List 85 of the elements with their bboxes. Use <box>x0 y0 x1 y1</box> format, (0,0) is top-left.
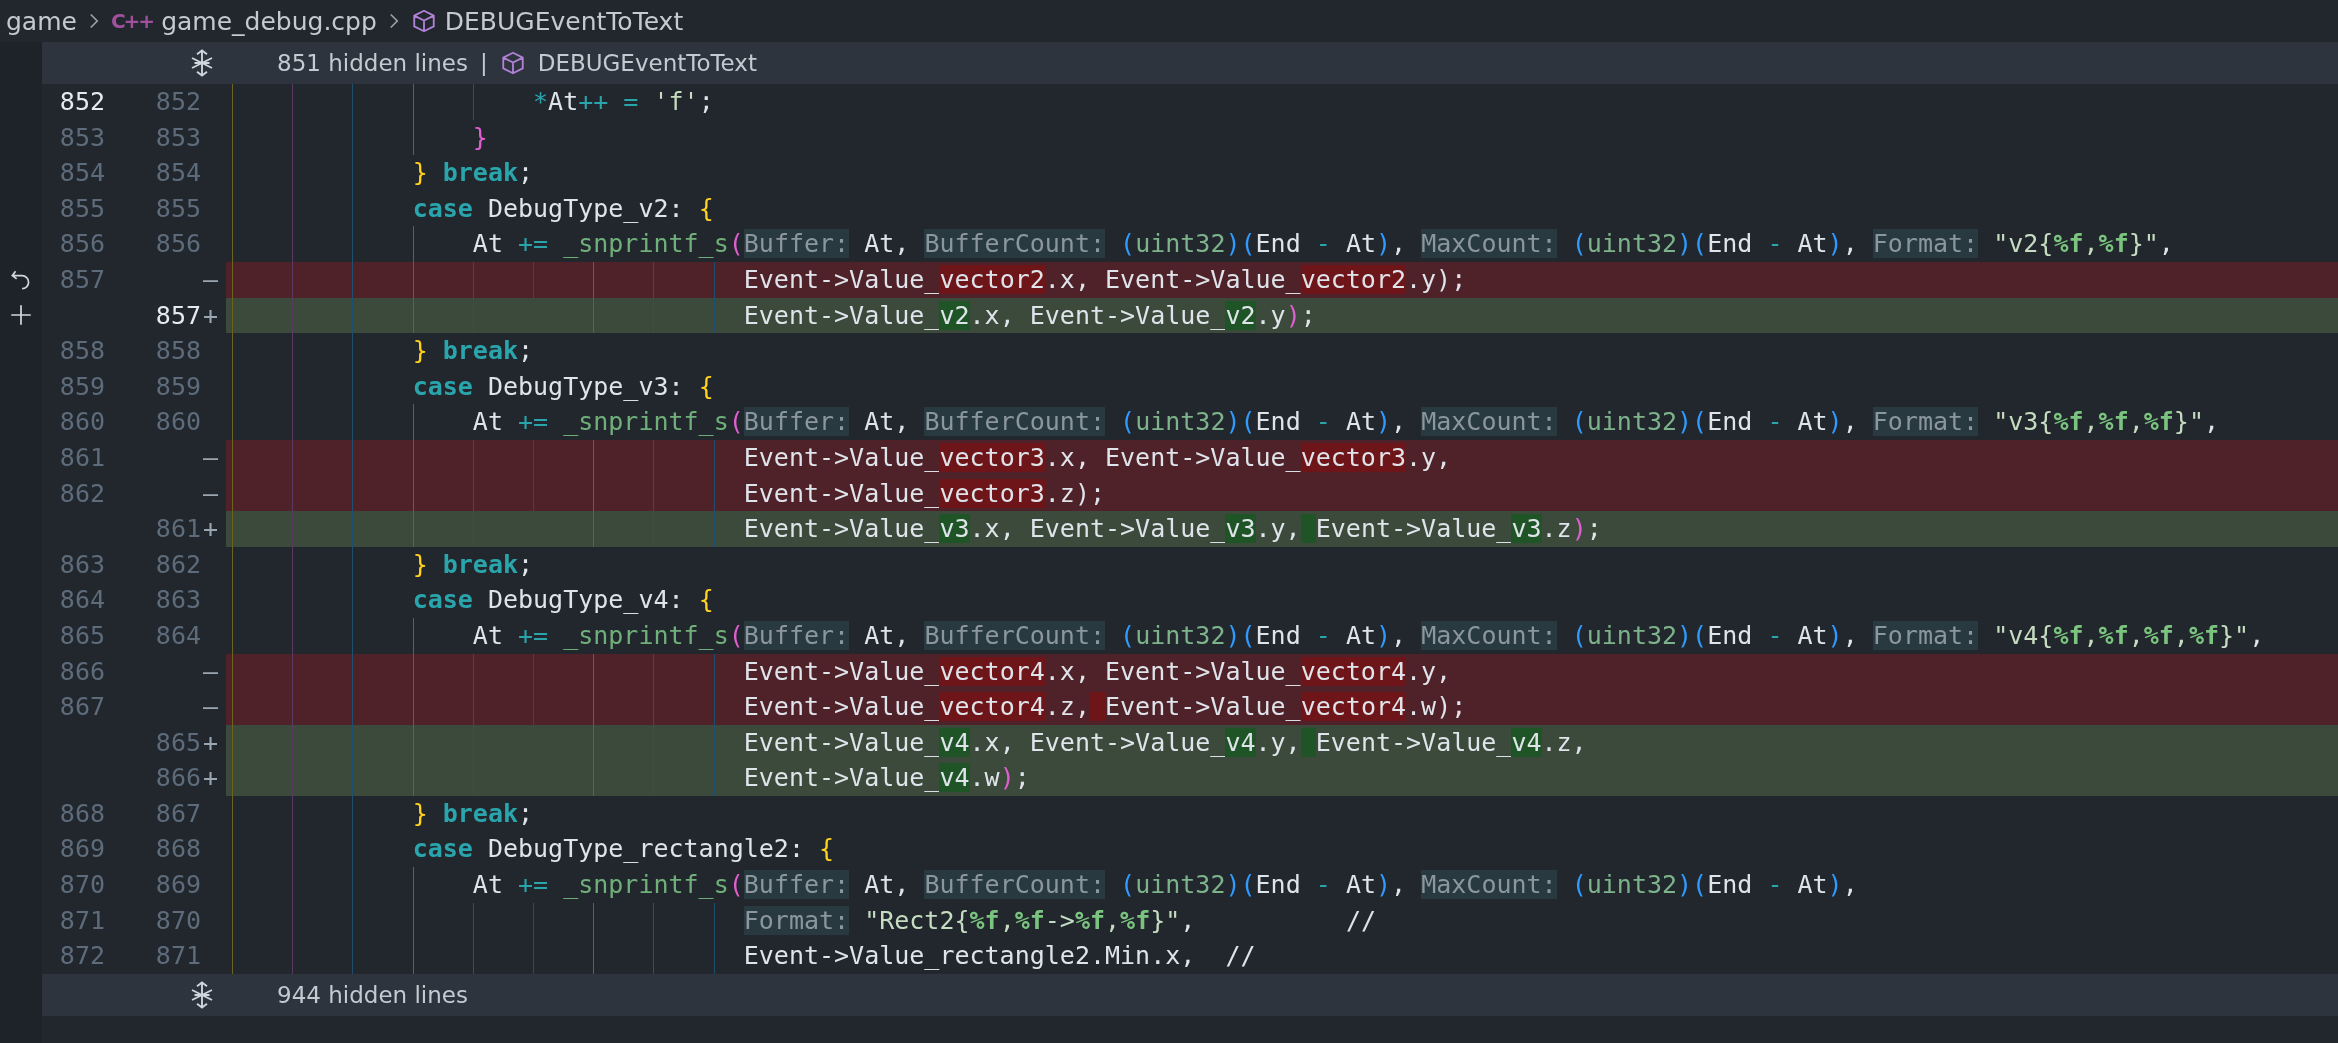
code-line: } break; <box>412 549 534 579</box>
line-number: 862 <box>59 478 105 508</box>
line-number: 866 <box>59 656 105 686</box>
line-number: 858 <box>59 336 105 366</box>
code-line: Event->Value_vector3.x, Event->Value_vector3.y, <box>743 442 1452 472</box>
cube-icon <box>410 8 437 34</box>
code-line: case DebugType_rectangle2: { <box>412 834 835 864</box>
code-line: Event->Value_vector2.x, Event->Value_vector2.y); <box>743 264 1467 294</box>
removed-marker: — <box>203 656 219 686</box>
code-line: Event->Value_vector3.z); <box>743 478 1105 508</box>
line-number: 853 <box>59 122 105 152</box>
line-number: 859 <box>155 371 201 401</box>
code-line: Event->Value_v4.x, Event->Value_v4.y, Event->Value_v4.z, <box>743 727 1587 757</box>
line-number: 856 <box>155 229 201 259</box>
line-number: 854 <box>59 158 105 188</box>
hidden-lines-label[interactable]: 944 hidden lines <box>277 981 468 1008</box>
code-line: At += _snprintf_s(Buffer: At, BufferCount: (uint32)(End - At), MaxCount: (uint32)(End - At), Format: "v3{%f,%f,%f}", <box>472 407 2220 437</box>
line-number: 866 <box>155 763 201 793</box>
line-number: 870 <box>59 870 105 900</box>
removed-marker: — <box>203 264 219 294</box>
line-number: 864 <box>59 585 105 615</box>
code-line: At += _snprintf_s(Buffer: At, BufferCount: (uint32)(End - At), MaxCount: (uint32)(End - At), Format: "v2{%f,%f}", <box>472 229 2174 259</box>
line-number: 860 <box>59 407 105 437</box>
symbol-name[interactable]: DEBUGEventToText <box>537 50 757 76</box>
code-line: } break; <box>412 158 534 188</box>
line-number: 871 <box>155 941 201 971</box>
breadcrumb-item[interactable]: game_debug.cpp <box>161 6 377 36</box>
code-line: Event->Value_v3.x, Event->Value_v3.y, Event->Value_v3.z); <box>743 514 1602 544</box>
added-marker: + <box>203 727 219 757</box>
line-number: 852 <box>155 87 201 116</box>
code-line: } break; <box>412 798 534 828</box>
line-number: 860 <box>155 407 201 437</box>
line-number: 865 <box>155 727 201 757</box>
code-line: case DebugType_v2: { <box>412 193 714 223</box>
line-number: 869 <box>59 834 105 864</box>
line-number: 857 <box>155 300 201 330</box>
removed-marker: — <box>203 692 219 722</box>
code-line: } <box>472 122 488 152</box>
code-line: Event->Value_vector4.x, Event->Value_vector4.y, <box>743 656 1452 686</box>
added-marker: + <box>203 763 219 793</box>
hidden-lines-label[interactable]: 851 hidden lines <box>277 50 468 76</box>
code-line: case DebugType_v4: { <box>412 585 714 615</box>
code-line: case DebugType_v3: { <box>412 371 714 401</box>
code-line: } break; <box>412 336 534 366</box>
removed-marker: — <box>203 442 219 472</box>
removed-marker: — <box>203 478 219 508</box>
line-number: 863 <box>59 549 105 579</box>
added-marker: + <box>203 300 219 330</box>
line-number: 870 <box>155 905 201 935</box>
separator: | <box>479 50 488 76</box>
code-line: Event->Value_v4.w); <box>743 763 1030 793</box>
line-number: 868 <box>59 798 105 828</box>
line-number: 856 <box>59 229 105 259</box>
line-number: 852 <box>59 87 105 116</box>
code-line: Event->Value_v2.x, Event->Value_v2.y); <box>743 300 1316 330</box>
line-number: 862 <box>155 549 201 579</box>
code-line: *At++ = 'f'; <box>533 87 714 116</box>
cpp-file-icon: C++ <box>110 9 154 33</box>
line-number: 861 <box>155 514 201 544</box>
line-number: 865 <box>59 620 105 650</box>
added-marker: + <box>203 514 219 544</box>
code-line: Format: "Rect2{%f,%f->%f,%f}", // <box>743 905 1376 935</box>
line-number: 855 <box>155 193 201 223</box>
cube-icon <box>499 50 526 76</box>
line-number: 863 <box>155 585 201 615</box>
code-line: Event->Value_rectangle2.Min.x, // <box>743 941 1256 971</box>
line-number: 868 <box>155 834 201 864</box>
breadcrumb-item[interactable]: game <box>6 6 77 36</box>
line-number: 867 <box>155 798 201 828</box>
line-number: 864 <box>155 620 201 650</box>
line-number: 855 <box>59 193 105 223</box>
breadcrumb-item[interactable]: DEBUGEventToText <box>444 6 684 36</box>
line-number: 861 <box>59 442 105 472</box>
line-number: 858 <box>155 336 201 366</box>
line-number: 857 <box>59 264 105 294</box>
code-line: At += _snprintf_s(Buffer: At, BufferCount: (uint32)(End - At), MaxCount: (uint32)(End - At), Format: "v4{%f,%f,%f,%f}", <box>472 620 2265 650</box>
line-number: 859 <box>59 371 105 401</box>
line-number: 853 <box>155 122 201 152</box>
line-number: 871 <box>59 905 105 935</box>
line-number: 854 <box>155 158 201 188</box>
line-number: 867 <box>59 692 105 722</box>
code-line: Event->Value_vector4.z, Event->Value_vector4.w); <box>743 692 1467 722</box>
code-line: At += _snprintf_s(Buffer: At, BufferCount: (uint32)(End - At), MaxCount: (uint32)(End - At), <box>472 870 1858 900</box>
line-number: 869 <box>155 870 201 900</box>
line-number: 872 <box>59 941 105 971</box>
